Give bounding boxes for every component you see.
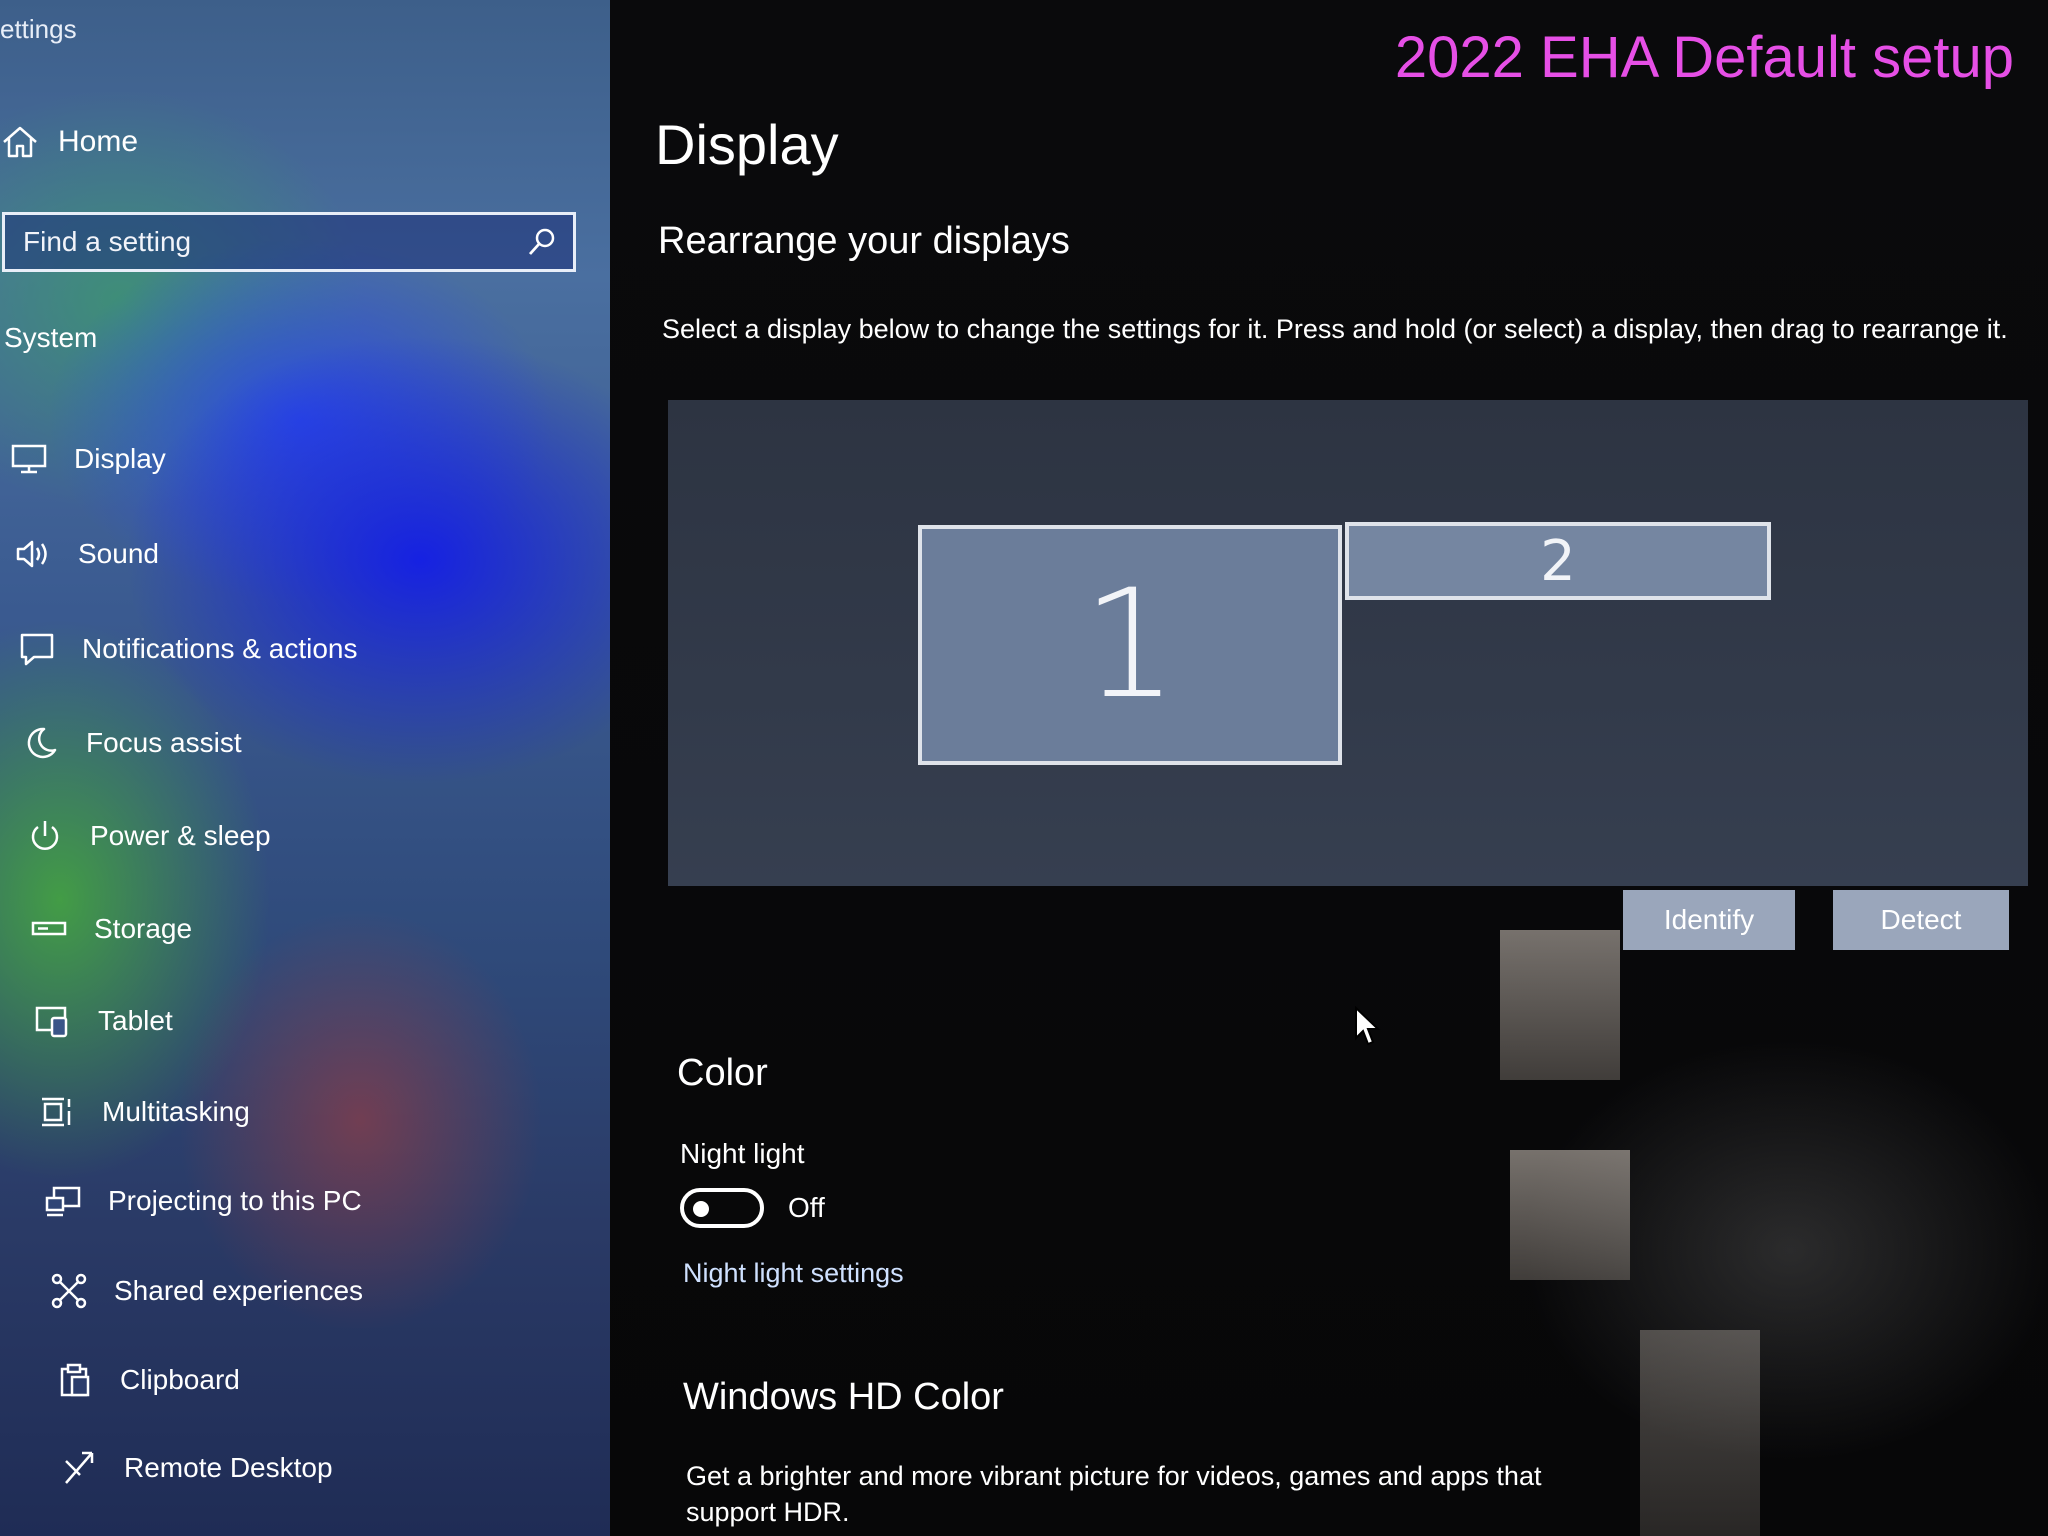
clipboard-icon xyxy=(60,1363,90,1397)
night-light-settings-link[interactable]: Night light settings xyxy=(683,1258,904,1289)
sidebar-item-label: Multitasking xyxy=(102,1096,250,1127)
sidebar-item-clipboard[interactable]: Clipboard xyxy=(56,1361,240,1399)
toggle-knob xyxy=(693,1201,709,1217)
screen: ettings Home System Display xyxy=(0,0,2048,1536)
sidebar-item-shared-experiences[interactable]: Shared experiences xyxy=(50,1272,363,1310)
search-input[interactable] xyxy=(5,225,525,259)
sidebar-item-label: Notifications & actions xyxy=(82,633,358,664)
display-arrangement-panel[interactable] xyxy=(668,400,2028,886)
sidebar-item-label: Power & sleep xyxy=(90,820,271,851)
sidebar-item-label: Storage xyxy=(94,913,193,944)
identify-button[interactable]: Identify xyxy=(1623,890,1795,950)
multitasking-icon xyxy=(42,1097,71,1127)
page-title: Display xyxy=(655,113,839,176)
search-icon[interactable] xyxy=(525,225,559,259)
color-heading: Color xyxy=(677,1052,768,1094)
projector-icon xyxy=(45,1186,81,1217)
remote-desktop-icon xyxy=(65,1451,94,1484)
detect-button[interactable]: Detect xyxy=(1833,890,2009,950)
display-2-number: 2 xyxy=(1540,528,1576,594)
sidebar-item-multitasking[interactable]: Multitasking xyxy=(38,1093,250,1131)
watermark-caption: 2022 EHA Default setup xyxy=(1394,25,2014,90)
section-label-system: System xyxy=(4,322,98,353)
sidebar-item-storage[interactable]: Storage xyxy=(30,910,192,948)
settings-sidebar: ettings Home System Display xyxy=(0,0,610,1536)
sidebar-item-power-sleep[interactable]: Power & sleep xyxy=(26,817,271,855)
sidebar-item-label: Projecting to this PC xyxy=(108,1185,362,1216)
shared-icon xyxy=(51,1273,87,1309)
window-title: ettings xyxy=(0,14,77,44)
sidebar-item-remote-desktop[interactable]: Remote Desktop xyxy=(60,1449,333,1487)
display-2-tile[interactable]: 2 xyxy=(1345,522,1771,600)
sidebar-item-notifications[interactable]: Notifications & actions xyxy=(18,630,357,668)
background-reflection xyxy=(1500,930,1620,1080)
rearrange-title: Rearrange your displays xyxy=(658,220,1070,262)
sidebar-item-tablet[interactable]: Tablet xyxy=(34,1002,173,1040)
monitor-icon xyxy=(11,444,47,474)
night-light-state: Off xyxy=(788,1192,825,1223)
power-icon xyxy=(31,821,59,850)
sidebar-item-label: Sound xyxy=(78,538,159,569)
sidebar-item-label: Tablet xyxy=(98,1005,173,1036)
sidebar-item-projecting[interactable]: Projecting to this PC xyxy=(44,1182,362,1220)
rearrange-instruction: Select a display below to change the set… xyxy=(662,314,2008,344)
night-light-label: Night light xyxy=(680,1138,805,1169)
sidebar-item-display[interactable]: Display xyxy=(10,440,166,478)
sidebar-item-label: Remote Desktop xyxy=(124,1452,333,1483)
home-icon xyxy=(3,126,37,158)
display-1-number: 1 xyxy=(1082,558,1178,732)
storage-icon xyxy=(31,921,67,936)
background-reflection xyxy=(1510,1150,1630,1280)
tablet-icon xyxy=(35,1006,68,1038)
display-1-tile[interactable]: 1 xyxy=(918,525,1342,765)
sidebar-item-label: Display xyxy=(74,443,166,474)
sidebar-item-label: Focus assist xyxy=(86,727,242,758)
sidebar-item-label: Clipboard xyxy=(120,1364,240,1395)
moon-icon xyxy=(27,727,57,759)
sidebar-item-home[interactable]: Home xyxy=(0,122,138,162)
sidebar-item-label: Home xyxy=(58,125,139,158)
speaker-icon xyxy=(16,540,47,568)
night-light-toggle[interactable] xyxy=(680,1188,764,1228)
notification-icon xyxy=(20,633,54,666)
hdr-heading: Windows HD Color xyxy=(683,1376,1004,1418)
sidebar-item-focus-assist[interactable]: Focus assist xyxy=(22,724,242,762)
background-reflection xyxy=(1640,1330,1760,1536)
mouse-cursor-icon xyxy=(1355,1006,1381,1046)
search-box[interactable] xyxy=(2,212,576,272)
hdr-description: Get a brighter and more vibrant picture … xyxy=(686,1461,1542,1528)
sidebar-item-sound[interactable]: Sound xyxy=(14,535,159,573)
sidebar-item-label: Shared experiences xyxy=(114,1275,364,1306)
